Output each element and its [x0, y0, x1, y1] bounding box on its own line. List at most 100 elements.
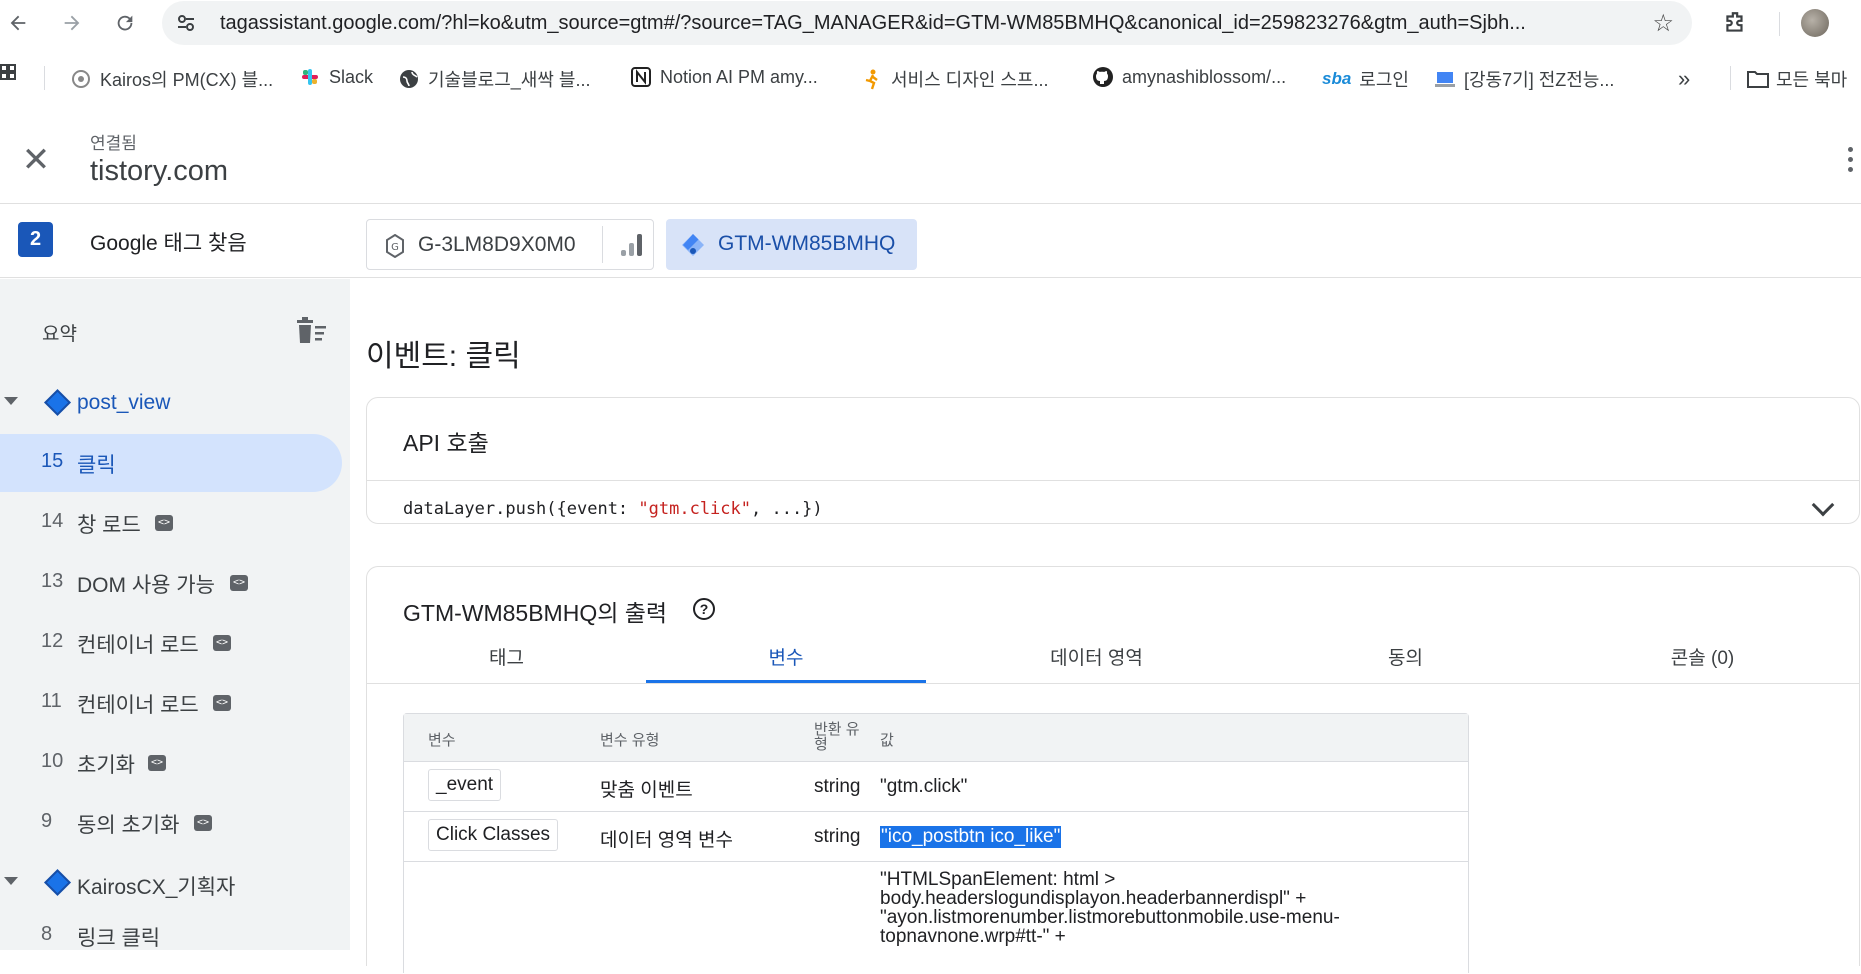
url-text[interactable]: tagassistant.google.com/?hl=ko&utm_sourc…: [220, 12, 1620, 35]
runner-icon: [861, 68, 883, 90]
column-header: 반환 유형: [814, 721, 860, 753]
event-name: DOM 사용 가능: [77, 574, 215, 597]
bookmark-github[interactable]: amynashiblossom/...: [1092, 66, 1286, 88]
chevron-down-icon[interactable]: [1811, 493, 1835, 517]
bookmark-slack[interactable]: Slack: [299, 66, 373, 88]
page-group-name: post_view: [77, 391, 171, 414]
variable-value: "HTMLSpanElement: html > body.headerslog…: [880, 869, 1340, 947]
back-icon[interactable]: [3, 8, 33, 38]
sba-icon: sba: [1322, 69, 1352, 88]
laptop-icon: [1434, 68, 1456, 90]
event-detail-panel: 이벤트: 클릭 API 호출 dataLayer.push({event: "g…: [350, 279, 1861, 973]
event-item[interactable]: 8 링크 클릭: [0, 907, 342, 965]
bookmark-kairos[interactable]: Kairos의 PM(CX) 블...: [70, 66, 273, 92]
reload-icon[interactable]: [110, 8, 140, 38]
ga-tag-chip[interactable]: G G-3LM8D9X0M0: [366, 219, 654, 270]
bookmark-star-icon[interactable]: ☆: [1652, 9, 1674, 38]
page-group-post-view[interactable]: post_view: [0, 383, 350, 423]
bookmark-tech-blog[interactable]: 기술블로그_새싹 블...: [398, 66, 591, 92]
event-item[interactable]: 13 DOM 사용 가능 <>: [0, 554, 342, 612]
code-icon: <>: [148, 755, 166, 771]
chevron-down-icon[interactable]: [4, 397, 18, 405]
folder-icon: [1746, 68, 1769, 90]
event-item[interactable]: 10 초기화 <>: [0, 734, 342, 792]
close-icon[interactable]: ✕: [20, 143, 52, 177]
bookmark-label: Notion AI PM amy...: [660, 66, 818, 87]
apps-grid-icon[interactable]: [0, 64, 22, 86]
variables-table: 변수 변수 유형 반환 유형 값 _event 맞춤 이벤트 string "g…: [403, 713, 1469, 973]
tab-consent[interactable]: 동의: [1267, 643, 1544, 670]
event-item[interactable]: 14 창 로드 <>: [0, 494, 342, 552]
api-call-code[interactable]: dataLayer.push({event: "gtm.click", ...}…: [403, 499, 823, 519]
bookmark-login[interactable]: sba 로그인: [1322, 66, 1409, 92]
bookmark-label: Slack: [329, 66, 374, 87]
connected-domain: tistory.com: [90, 155, 229, 187]
code-event-string: "gtm.click": [638, 499, 751, 519]
gtm-tag-id: GTM-WM85BMHQ: [718, 232, 896, 255]
variable-name[interactable]: Click Classes: [428, 819, 559, 851]
bookmark-label: amynashiblossom/...: [1122, 66, 1287, 87]
tags-found-label: Google 태그 찾음: [90, 232, 247, 255]
chip-divider: [602, 226, 603, 263]
summary-label[interactable]: 요약: [42, 319, 77, 346]
tags-found-bar: 2 Google 태그 찾음 G G-3LM8D9X0M0 GTM-WM85BM…: [0, 205, 1861, 278]
all-bookmarks-button[interactable]: 모든 북마: [1746, 66, 1847, 92]
more-options-icon[interactable]: [1848, 147, 1856, 175]
bookmark-gangdong[interactable]: [강동7기] 전Z전능...: [1434, 66, 1614, 92]
page-diamond-icon: [44, 389, 71, 416]
api-call-card: API 호출 dataLayer.push({event: "gtm.click…: [366, 397, 1860, 524]
page-group-kairoscx[interactable]: KairosCX_기획자: [0, 863, 350, 903]
chevron-down-icon[interactable]: [4, 877, 18, 885]
table-row[interactable]: Click Classes 데이터 영역 변수 string "ico_post…: [404, 812, 1468, 862]
clear-events-icon[interactable]: [295, 317, 327, 345]
bookmarks-overflow-button[interactable]: »: [1678, 66, 1690, 92]
active-tab-indicator: [646, 680, 926, 683]
toolbar-divider: [1779, 12, 1780, 36]
tab-tags[interactable]: 태그: [367, 643, 646, 670]
slack-icon: [299, 66, 321, 88]
forward-icon[interactable]: [57, 8, 87, 38]
tab-variables[interactable]: 변수: [646, 643, 926, 670]
output-tabs: 태그 변수 데이터 영역 동의 콘솔 (0): [367, 627, 1859, 684]
variable-type: 데이터 영역 변수: [600, 830, 733, 851]
bookmarks-divider: [1730, 66, 1731, 90]
event-number: 15: [41, 450, 64, 472]
bookmark-label: [강동7기] 전Z전능...: [1464, 70, 1615, 90]
page-group-name: KairosCX_기획자: [77, 876, 236, 899]
variable-value: "gtm.click": [880, 776, 968, 797]
event-number: 14: [41, 510, 64, 532]
extensions-icon[interactable]: [1722, 10, 1748, 36]
gtm-tag-chip[interactable]: GTM-WM85BMHQ: [666, 219, 917, 270]
site-settings-icon[interactable]: [176, 13, 196, 33]
google-tag-icon: G: [385, 233, 405, 259]
return-type: string: [814, 776, 861, 797]
bookmark-label: Kairos의 PM(CX) 블...: [100, 70, 274, 90]
bookmarks-divider: [44, 66, 45, 90]
ga-tag-id: G-3LM8D9X0M0: [418, 233, 576, 256]
code-suffix: , ...}): [751, 499, 823, 519]
profile-avatar[interactable]: [1801, 9, 1829, 37]
event-item[interactable]: 15 클릭: [0, 434, 342, 492]
column-header: 값: [880, 732, 894, 749]
api-call-heading: API 호출: [403, 430, 489, 456]
kairos-icon: [70, 68, 92, 90]
event-name: 컨테이너 로드: [77, 694, 199, 717]
column-header: 변수 유형: [600, 732, 660, 749]
help-icon[interactable]: ?: [693, 598, 715, 620]
bookmark-label: 기술블로그_새싹 블...: [428, 70, 591, 90]
bookmark-label: 모든 북마: [1776, 70, 1848, 90]
bookmark-label: 로그인: [1359, 70, 1409, 90]
bookmark-service-design[interactable]: 서비스 디자인 스프...: [861, 66, 1048, 92]
event-item[interactable]: 9 동의 초기화 <>: [0, 794, 342, 852]
notion-icon: [630, 66, 652, 88]
output-heading: GTM-WM85BMHQ의 출력: [403, 600, 668, 626]
event-item[interactable]: 12 컨테이너 로드 <>: [0, 614, 342, 672]
event-item[interactable]: 11 컨테이너 로드 <>: [0, 674, 342, 732]
table-row[interactable]: "HTMLSpanElement: html > body.headerslog…: [404, 862, 1468, 974]
address-bar[interactable]: tagassistant.google.com/?hl=ko&utm_sourc…: [162, 1, 1692, 45]
tab-data-layer[interactable]: 데이터 영역: [926, 643, 1267, 670]
variable-name[interactable]: _event: [428, 769, 502, 801]
bookmark-notion[interactable]: Notion AI PM amy...: [630, 66, 818, 88]
table-row[interactable]: _event 맞춤 이벤트 string "gtm.click": [404, 762, 1468, 812]
tab-console[interactable]: 콘솔 (0): [1544, 643, 1861, 670]
